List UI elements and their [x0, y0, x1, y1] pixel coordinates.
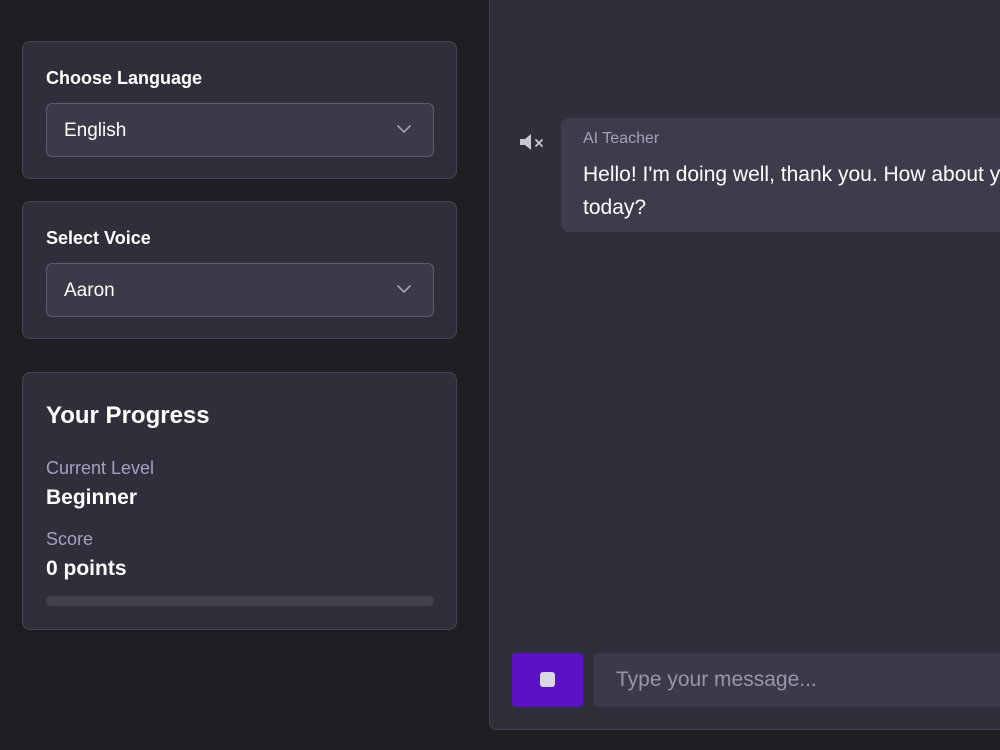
language-label: Choose Language	[46, 68, 203, 88]
language-select[interactable]: English	[46, 103, 434, 157]
progress-bar	[46, 596, 434, 606]
language-selected-value: English	[64, 120, 127, 141]
voice-label: Select Voice	[46, 228, 151, 248]
message-sender: AI Teacher	[583, 130, 660, 147]
chevron-down-icon	[397, 285, 411, 293]
app-root: Choose Language English Select Voice Aar…	[0, 0, 1000, 750]
voice-select[interactable]: Aaron	[46, 263, 434, 317]
chat-message-bubble: AI Teacher Hello! I'm doing well, thank …	[561, 118, 1000, 232]
score-label: Score	[46, 529, 94, 549]
stop-icon	[540, 672, 555, 687]
current-level-value: Beginner	[46, 486, 138, 509]
progress-card: Your Progress Current Level Beginner Sco…	[22, 372, 457, 630]
voice-selected-value: Aaron	[64, 280, 115, 301]
message-input[interactable]	[594, 653, 1000, 707]
current-level-label: Current Level	[46, 458, 155, 478]
chat-panel	[489, 0, 1000, 730]
score-value: 0 points	[46, 557, 127, 580]
language-card: Choose Language English	[22, 41, 457, 179]
progress-title: Your Progress	[46, 402, 210, 429]
speaker-muted-icon[interactable]	[518, 131, 546, 153]
stop-button[interactable]	[512, 653, 583, 707]
chevron-down-icon	[397, 125, 411, 133]
message-text: Hello! I'm doing well, thank you. How ab…	[583, 163, 1000, 219]
voice-card: Select Voice Aaron	[22, 201, 457, 339]
